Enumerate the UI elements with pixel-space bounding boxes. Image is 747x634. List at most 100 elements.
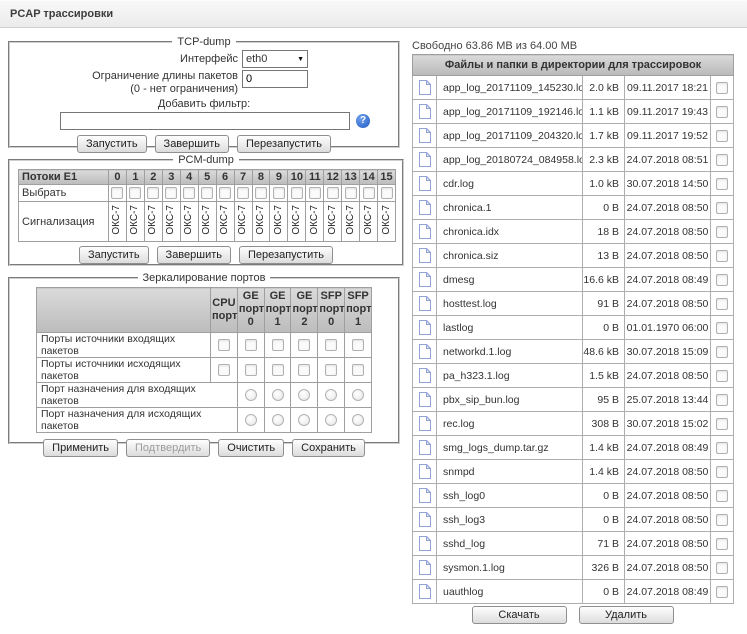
file-select-checkbox[interactable] [716,562,728,574]
file-date: 24.07.2018 08:50 [625,292,711,316]
mirror-port-checkbox[interactable] [272,364,284,376]
file-select-checkbox[interactable] [716,490,728,502]
file-select-checkbox[interactable] [716,442,728,454]
tcp-start-button[interactable]: Запустить [77,135,147,153]
file-icon-cell [413,220,437,244]
file-checkbox-cell [711,100,734,124]
delete-button[interactable]: Удалить [579,606,674,624]
pcm-restart-button[interactable]: Перезапустить [239,246,333,264]
mirror-port-checkbox[interactable] [218,339,230,351]
mirror-port-radio[interactable] [325,414,337,426]
mirror-port-radio[interactable] [245,414,257,426]
mirror-port-checkbox[interactable] [325,364,337,376]
packet-limit-input[interactable] [242,70,308,88]
mirror-port-radio[interactable] [298,389,310,401]
signaling-type-label: ОКС-7 [310,205,320,235]
port-mirroring-section: Зеркалирование портов CPU портGE порт 0G… [8,272,400,444]
file-size: 1.1 kB [583,100,625,124]
e1-select-checkbox[interactable] [309,187,321,199]
file-size: 1.4 kB [583,460,625,484]
tcp-stop-button[interactable]: Завершить [155,135,229,153]
filter-input[interactable] [60,112,350,130]
tcp-restart-button[interactable]: Перезапустить [237,135,331,153]
pcm-dump-section: PCM-dump Потоки E1 012345678910111213141… [8,154,404,266]
mirror-port-checkbox[interactable] [245,339,257,351]
apply-button[interactable]: Применить [43,439,118,457]
e1-select-checkbox[interactable] [219,187,231,199]
mirror-port-checkbox[interactable] [245,364,257,376]
download-button[interactable]: Скачать [472,606,567,624]
e1-select-checkbox[interactable] [147,187,159,199]
mirror-port-checkbox[interactable] [352,364,364,376]
e1-select-cell [360,185,378,202]
e1-signaling-row-label: Сигнализация [19,202,109,242]
e1-select-checkbox[interactable] [183,187,195,199]
file-icon [418,344,431,359]
file-icon [418,248,431,263]
help-icon[interactable]: ? [356,114,370,128]
signaling-type-label: ОКС-7 [364,205,374,235]
file-row: app_log_20171109_192146.log1.1 kB09.11.2… [413,100,734,124]
e1-select-checkbox[interactable] [291,187,303,199]
e1-select-checkbox[interactable] [363,187,375,199]
save-button[interactable]: Сохранить [292,439,365,457]
file-select-checkbox[interactable] [716,250,728,262]
interface-select[interactable]: eth0 ▼ [242,50,308,68]
file-icon-cell [413,556,437,580]
mirror-port-radio[interactable] [298,414,310,426]
file-row: chronica.10 B24.07.2018 08:50 [413,196,734,220]
mirror-checkbox-cell [211,357,238,382]
pcm-stop-button[interactable]: Завершить [157,246,231,264]
file-select-checkbox[interactable] [716,322,728,334]
mirror-port-checkbox[interactable] [272,339,284,351]
file-select-checkbox[interactable] [716,418,728,430]
e1-select-checkbox[interactable] [201,187,213,199]
mirror-port-checkbox[interactable] [298,339,310,351]
file-select-checkbox[interactable] [716,394,728,406]
clear-button[interactable]: Очистить [218,439,284,457]
mirror-port-checkbox[interactable] [218,364,230,376]
file-select-checkbox[interactable] [716,130,728,142]
file-select-checkbox[interactable] [716,514,728,526]
file-select-checkbox[interactable] [716,298,728,310]
file-icon-cell [413,508,437,532]
e1-select-checkbox[interactable] [381,187,393,199]
file-name: sysmon.1.log [437,556,583,580]
e1-select-checkbox[interactable] [129,187,141,199]
file-select-checkbox[interactable] [716,82,728,94]
mirror-port-radio[interactable] [325,389,337,401]
file-select-checkbox[interactable] [716,226,728,238]
mirror-port-radio[interactable] [272,414,284,426]
file-select-checkbox[interactable] [716,154,728,166]
e1-select-cell [342,185,360,202]
mirror-port-radio[interactable] [352,414,364,426]
e1-select-checkbox[interactable] [273,187,285,199]
file-select-checkbox[interactable] [716,106,728,118]
mirror-port-checkbox[interactable] [352,339,364,351]
mirror-checkbox-cell [291,332,318,357]
pcm-start-button[interactable]: Запустить [79,246,149,264]
mirror-port-checkbox[interactable] [325,339,337,351]
e1-select-checkbox[interactable] [345,187,357,199]
e1-select-checkbox[interactable] [165,187,177,199]
e1-select-checkbox[interactable] [327,187,339,199]
e1-select-checkbox[interactable] [111,187,123,199]
file-name: sshd_log [437,532,583,556]
e1-select-checkbox[interactable] [237,187,249,199]
file-select-checkbox[interactable] [716,538,728,550]
mirror-port-radio[interactable] [245,389,257,401]
signaling-type-label: ОКС-7 [382,205,392,235]
mirror-port-radio[interactable] [272,389,284,401]
file-select-checkbox[interactable] [716,178,728,190]
file-select-checkbox[interactable] [716,274,728,286]
file-select-checkbox[interactable] [716,466,728,478]
file-date: 09.11.2017 18:21 [625,76,711,100]
file-select-checkbox[interactable] [716,346,728,358]
mirror-port-radio[interactable] [352,389,364,401]
e1-streams-header: Потоки E1 [19,170,109,185]
file-select-checkbox[interactable] [716,586,728,598]
file-select-checkbox[interactable] [716,370,728,382]
e1-select-checkbox[interactable] [255,187,267,199]
mirror-port-checkbox[interactable] [298,364,310,376]
file-select-checkbox[interactable] [716,202,728,214]
